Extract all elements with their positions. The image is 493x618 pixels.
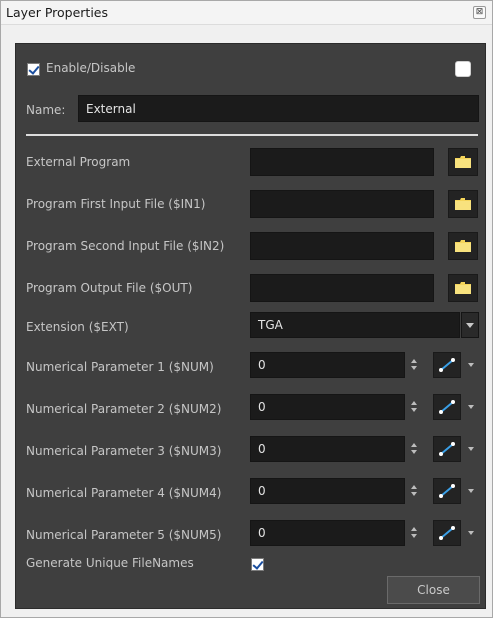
name-label: Name:	[26, 103, 66, 117]
generate-unique-label: Generate Unique FileNames	[26, 556, 194, 570]
num-param-4-menu-caret[interactable]	[468, 489, 474, 493]
layer-properties-window: Layer Properties ⊠ Enable/Disable Name: …	[0, 0, 493, 618]
num-param-3-menu-caret[interactable]	[468, 447, 474, 451]
num-param-1-input[interactable]: 0	[250, 352, 405, 378]
num-param-1-label: Numerical Parameter 1 ($NUM)	[26, 360, 214, 374]
external-program-label: External Program	[26, 155, 131, 169]
name-value: External	[86, 101, 136, 116]
close-button[interactable]: Close	[387, 576, 480, 604]
num-param-3-value: 0	[258, 442, 266, 456]
first-input-label: Program First Input File ($IN1)	[26, 197, 206, 211]
num-param-5-value: 0	[258, 526, 266, 540]
name-input[interactable]: External	[78, 95, 479, 122]
function-curve-icon	[439, 400, 455, 414]
output-file-label: Program Output File ($OUT)	[26, 281, 193, 295]
second-input-browse-button[interactable]	[448, 232, 478, 260]
first-input-field[interactable]	[250, 190, 434, 218]
num-param-5-function-button[interactable]	[433, 520, 461, 546]
num-param-4-label: Numerical Parameter 4 ($NUM4)	[26, 486, 222, 500]
close-window-icon[interactable]: ⊠	[473, 6, 486, 19]
num-param-5-spinner[interactable]	[409, 526, 419, 540]
num-param-5-input[interactable]: 0	[250, 520, 405, 546]
num-param-4-spinner[interactable]	[409, 484, 419, 498]
first-input-browse-button[interactable]	[448, 190, 478, 218]
num-param-3-input[interactable]: 0	[250, 436, 405, 462]
enable-label: Enable/Disable	[46, 61, 136, 75]
separator	[26, 134, 478, 136]
function-curve-icon	[439, 484, 455, 498]
folder-icon	[455, 282, 471, 294]
function-curve-icon	[439, 442, 455, 456]
folder-icon	[455, 240, 471, 252]
enable-checkbox[interactable]	[27, 63, 40, 76]
generate-unique-checkbox[interactable]	[251, 558, 264, 571]
external-program-browse-button[interactable]	[448, 148, 478, 176]
num-param-4-function-button[interactable]	[433, 478, 461, 504]
external-program-input[interactable]	[250, 148, 434, 176]
chevron-down-icon	[466, 322, 474, 328]
properties-panel: Enable/Disable Name: External External P…	[15, 43, 486, 609]
num-param-4-value: 0	[258, 484, 266, 498]
num-param-1-value: 0	[258, 358, 266, 372]
num-param-2-menu-caret[interactable]	[468, 405, 474, 409]
extension-value: TGA	[258, 318, 283, 332]
num-param-2-value: 0	[258, 400, 266, 414]
num-param-2-label: Numerical Parameter 2 ($NUM2)	[26, 402, 222, 416]
num-param-4-input[interactable]: 0	[250, 478, 405, 504]
function-curve-icon	[439, 526, 455, 540]
num-param-1-function-button[interactable]	[433, 352, 461, 378]
extension-select[interactable]: TGA	[250, 312, 460, 338]
extension-dropdown-button[interactable]	[461, 312, 479, 338]
extension-label: Extension ($EXT)	[26, 320, 129, 334]
num-param-5-label: Numerical Parameter 5 ($NUM5)	[26, 528, 222, 542]
function-curve-icon	[439, 358, 455, 372]
second-input-label: Program Second Input File ($IN2)	[26, 239, 225, 253]
folder-icon	[455, 156, 471, 168]
num-param-2-function-button[interactable]	[433, 394, 461, 420]
num-param-3-label: Numerical Parameter 3 ($NUM3)	[26, 444, 222, 458]
window-title: Layer Properties	[6, 5, 108, 20]
color-swatch[interactable]	[455, 61, 471, 77]
output-file-browse-button[interactable]	[448, 274, 478, 302]
num-param-1-spinner[interactable]	[409, 358, 419, 372]
num-param-2-input[interactable]: 0	[250, 394, 405, 420]
num-param-1-menu-caret[interactable]	[468, 363, 474, 367]
num-param-3-spinner[interactable]	[409, 442, 419, 456]
num-param-2-spinner[interactable]	[409, 400, 419, 414]
folder-icon	[455, 198, 471, 210]
title-bar: Layer Properties ⊠	[1, 1, 492, 25]
num-param-5-menu-caret[interactable]	[468, 531, 474, 535]
second-input-field[interactable]	[250, 232, 434, 260]
output-file-input[interactable]	[250, 274, 434, 302]
num-param-3-function-button[interactable]	[433, 436, 461, 462]
